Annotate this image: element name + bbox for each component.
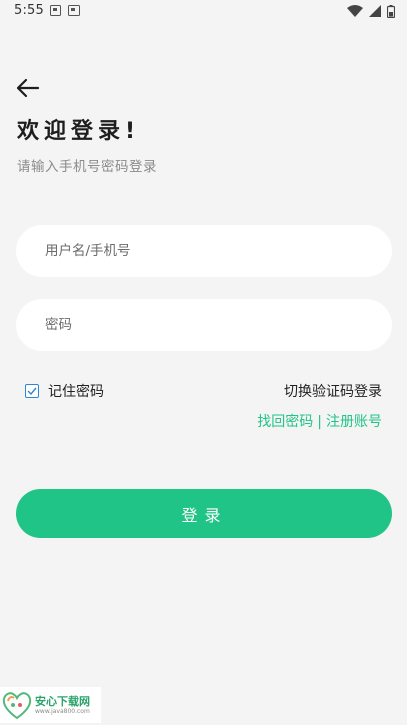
back-button[interactable] (16, 77, 40, 99)
watermark-title: 安心下载网 (35, 694, 90, 708)
password-input[interactable] (16, 299, 392, 351)
gallery-notification-icon (68, 5, 80, 16)
find-password-link[interactable]: 找回密码 (257, 414, 313, 430)
link-separator: | (317, 414, 322, 430)
battery-icon (387, 4, 395, 18)
register-account-link[interactable]: 注册账号 (326, 414, 382, 430)
check-icon (27, 387, 37, 395)
remember-password-checkbox[interactable]: 记住密码 (25, 381, 104, 401)
password-field-wrapper (16, 299, 392, 351)
wifi-icon (347, 5, 363, 17)
username-input[interactable] (16, 225, 392, 277)
heart-logo-icon (2, 692, 32, 720)
photo-notification-icon (50, 5, 61, 16)
page-title: 欢迎登录! (17, 119, 141, 144)
watermark: 安心下载网 www.java800.com (0, 687, 101, 723)
username-field-wrapper (16, 225, 392, 277)
status-time: 5:55 (14, 3, 44, 18)
signal-icon (369, 5, 381, 17)
page-subtitle: 请输入手机号密码登录 (17, 159, 157, 175)
arrow-left-icon (16, 78, 40, 98)
status-bar: 5:55 (0, 0, 407, 24)
checkbox-box[interactable] (25, 384, 39, 398)
remember-password-label: 记住密码 (48, 384, 104, 400)
account-links: 找回密码 | 注册账号 (257, 411, 382, 431)
status-right-icons (347, 4, 395, 18)
login-button[interactable]: 登录 (16, 489, 392, 538)
switch-to-code-login-link[interactable]: 切换验证码登录 (284, 381, 382, 401)
watermark-url: www.java800.com (35, 707, 90, 715)
